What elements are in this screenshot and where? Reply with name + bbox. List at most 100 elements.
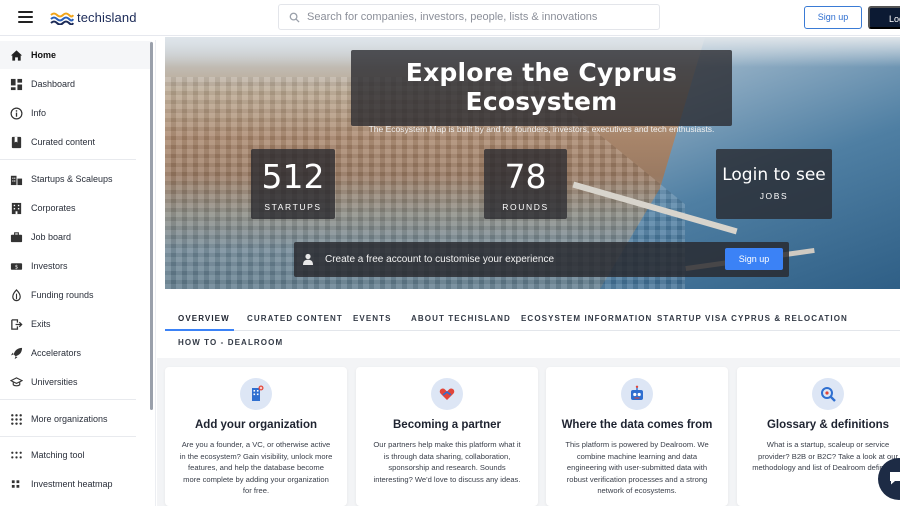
chat-icon — [890, 472, 900, 485]
login-to-see-jobs[interactable]: Login to see JOBS — [716, 149, 832, 219]
sidebar-item-curated-content[interactable]: Curated content — [0, 128, 152, 156]
sidebar-item-job-board[interactable]: Job board — [0, 223, 152, 251]
stat-startups[interactable]: 512 STARTUPS — [251, 149, 335, 219]
card-title: Where the data comes from — [561, 419, 713, 431]
hero-title-box: Explore the Cyprus Ecosystem The Ecosyst… — [351, 50, 732, 134]
sidebar-divider — [0, 159, 136, 160]
stat-label: STARTUPS — [264, 202, 322, 212]
hamburger-menu-icon[interactable] — [18, 11, 33, 23]
search-box[interactable] — [278, 4, 660, 30]
svg-text:$: $ — [14, 264, 17, 270]
sidebar-item-label: Investment heatmap — [31, 479, 113, 489]
sidebar-item-label: Matching tool — [31, 450, 85, 460]
login-box-label: JOBS — [759, 191, 789, 201]
sidebar-item-startups-scaleups[interactable]: Startups & Scaleups — [0, 165, 152, 193]
card-glossary[interactable]: Glossary & definitions What is a startup… — [737, 367, 900, 506]
sidebar-item-more-organizations[interactable]: More organizations — [0, 405, 152, 433]
exit-icon — [9, 317, 23, 331]
magnifier-icon — [812, 378, 844, 410]
tab-overview[interactable]: OVERVIEW — [178, 314, 230, 323]
sidebar-item-info[interactable]: Info — [0, 99, 152, 127]
sidebar-item-universities[interactable]: Universities — [0, 368, 152, 396]
card-add-organization[interactable]: Add your organization Are you a founder,… — [165, 367, 347, 506]
card-title: Add your organization — [194, 419, 318, 431]
tabs-divider — [165, 330, 900, 331]
sidebar-item-label: More organizations — [31, 414, 108, 424]
card-data-source[interactable]: Where the data comes from This platform … — [546, 367, 728, 506]
tab-curated-content[interactable]: CURATED CONTENT — [247, 314, 343, 323]
search-icon — [289, 12, 300, 23]
sidebar-item-label: Curated content — [31, 137, 96, 147]
tab-ecosystem-information[interactable]: ECOSYSTEM INFORMATION — [521, 314, 652, 323]
card-title: Becoming a partner — [393, 419, 501, 431]
login-box-title: Login to see — [722, 165, 826, 185]
sidebar-item-corporates[interactable]: Corporates — [0, 194, 152, 222]
robot-icon — [621, 378, 653, 410]
cta-text: Create a free account to customise your … — [325, 254, 555, 265]
stat-value: 78 — [504, 157, 547, 196]
grid-icon — [9, 412, 23, 426]
sidebar-item-matching-tool[interactable]: Matching tool — [0, 441, 152, 469]
card-body: What is a startup, scaleup or service pr… — [752, 440, 900, 472]
login-button[interactable]: Login — [868, 6, 900, 29]
cta-signup-button[interactable]: Sign up — [725, 248, 783, 270]
tab-events[interactable]: EVENTS — [353, 314, 392, 323]
sidebar-item-label: Universities — [31, 377, 78, 387]
sidebar-item-label: Accelerators — [31, 348, 82, 358]
stat-label: ROUNDS — [502, 202, 549, 212]
sidebar-item-label: Funding rounds — [31, 290, 94, 300]
card-becoming-partner[interactable]: Becoming a partner Our partners help mak… — [356, 367, 538, 506]
signup-button[interactable]: Sign up — [804, 6, 862, 29]
user-icon — [303, 253, 313, 265]
rocket-icon — [9, 346, 23, 360]
sidebar-scrollbar[interactable] — [150, 42, 153, 410]
search-input[interactable] — [307, 5, 652, 29]
sidebar-divider — [0, 399, 136, 400]
card-body: Are you a founder, a VC, or otherwise ac… — [179, 440, 333, 495]
funding-icon — [9, 288, 23, 302]
card-body: This platform is powered by Dealroom. We… — [565, 440, 709, 495]
graduation-cap-icon — [9, 375, 23, 389]
sidebar-item-label: Job board — [31, 232, 72, 242]
active-tab-indicator — [165, 329, 234, 331]
office-icon — [9, 201, 23, 215]
stat-rounds[interactable]: 78 ROUNDS — [484, 149, 567, 219]
dashboard-icon — [9, 77, 23, 91]
card-body: Our partners help make this platform wha… — [373, 440, 521, 484]
sidebar-item-home[interactable]: Home — [0, 41, 152, 69]
stat-value: 512 — [261, 157, 325, 196]
sidebar-item-funding-rounds[interactable]: Funding rounds — [0, 281, 152, 309]
signup-cta-bar: Create a free account to customise your … — [294, 242, 789, 277]
sidebar-divider — [0, 436, 136, 437]
card-title: Glossary & definitions — [766, 419, 890, 431]
bookmark-icon — [9, 135, 23, 149]
sidebar-item-dashboard[interactable]: Dashboard — [0, 70, 152, 98]
sidebar-item-label: Info — [31, 108, 47, 118]
tab-how-to-dealroom[interactable]: HOW TO - DEALROOM — [178, 338, 283, 347]
tab-startup-visa[interactable]: STARTUP VISA CYPRUS & RELOCATION — [657, 314, 848, 323]
money-icon: $ — [9, 259, 23, 273]
matching-icon — [9, 448, 23, 462]
sidebar-item-label: Startups & Scaleups — [31, 174, 113, 184]
handshake-icon — [431, 378, 463, 410]
logo-text: techisland — [77, 9, 137, 25]
sidebar-item-investment-heatmap[interactable]: Investment heatmap — [0, 470, 152, 498]
home-icon — [9, 48, 23, 62]
sidebar-item-exits[interactable]: Exits — [0, 310, 152, 338]
tab-about-techisland[interactable]: ABOUT TECHISLAND — [411, 314, 511, 323]
building-add-icon — [240, 378, 272, 410]
content-tabs: OVERVIEW CURATED CONTENT EVENTS ABOUT TE… — [165, 304, 900, 360]
sidebar-item-label: Dashboard — [31, 79, 76, 89]
hero-title: Explore the Cyprus Ecosystem — [405, 58, 678, 116]
hero-subtitle: The Ecosystem Map is built by and for fo… — [368, 124, 715, 134]
briefcase-icon — [9, 230, 23, 244]
sidebar-item-label: Home — [31, 50, 57, 60]
logo[interactable]: techisland — [50, 9, 137, 25]
building-icon — [9, 172, 23, 186]
sidebar-item-label: Investors — [31, 261, 68, 271]
top-bar: techisland Sign up Login — [0, 0, 900, 36]
sidebar: Home Dashboard Info Curated content Star… — [0, 40, 156, 506]
heatmap-icon — [9, 477, 23, 491]
sidebar-item-accelerators[interactable]: Accelerators — [0, 339, 152, 367]
sidebar-item-investors[interactable]: $ Investors — [0, 252, 152, 280]
